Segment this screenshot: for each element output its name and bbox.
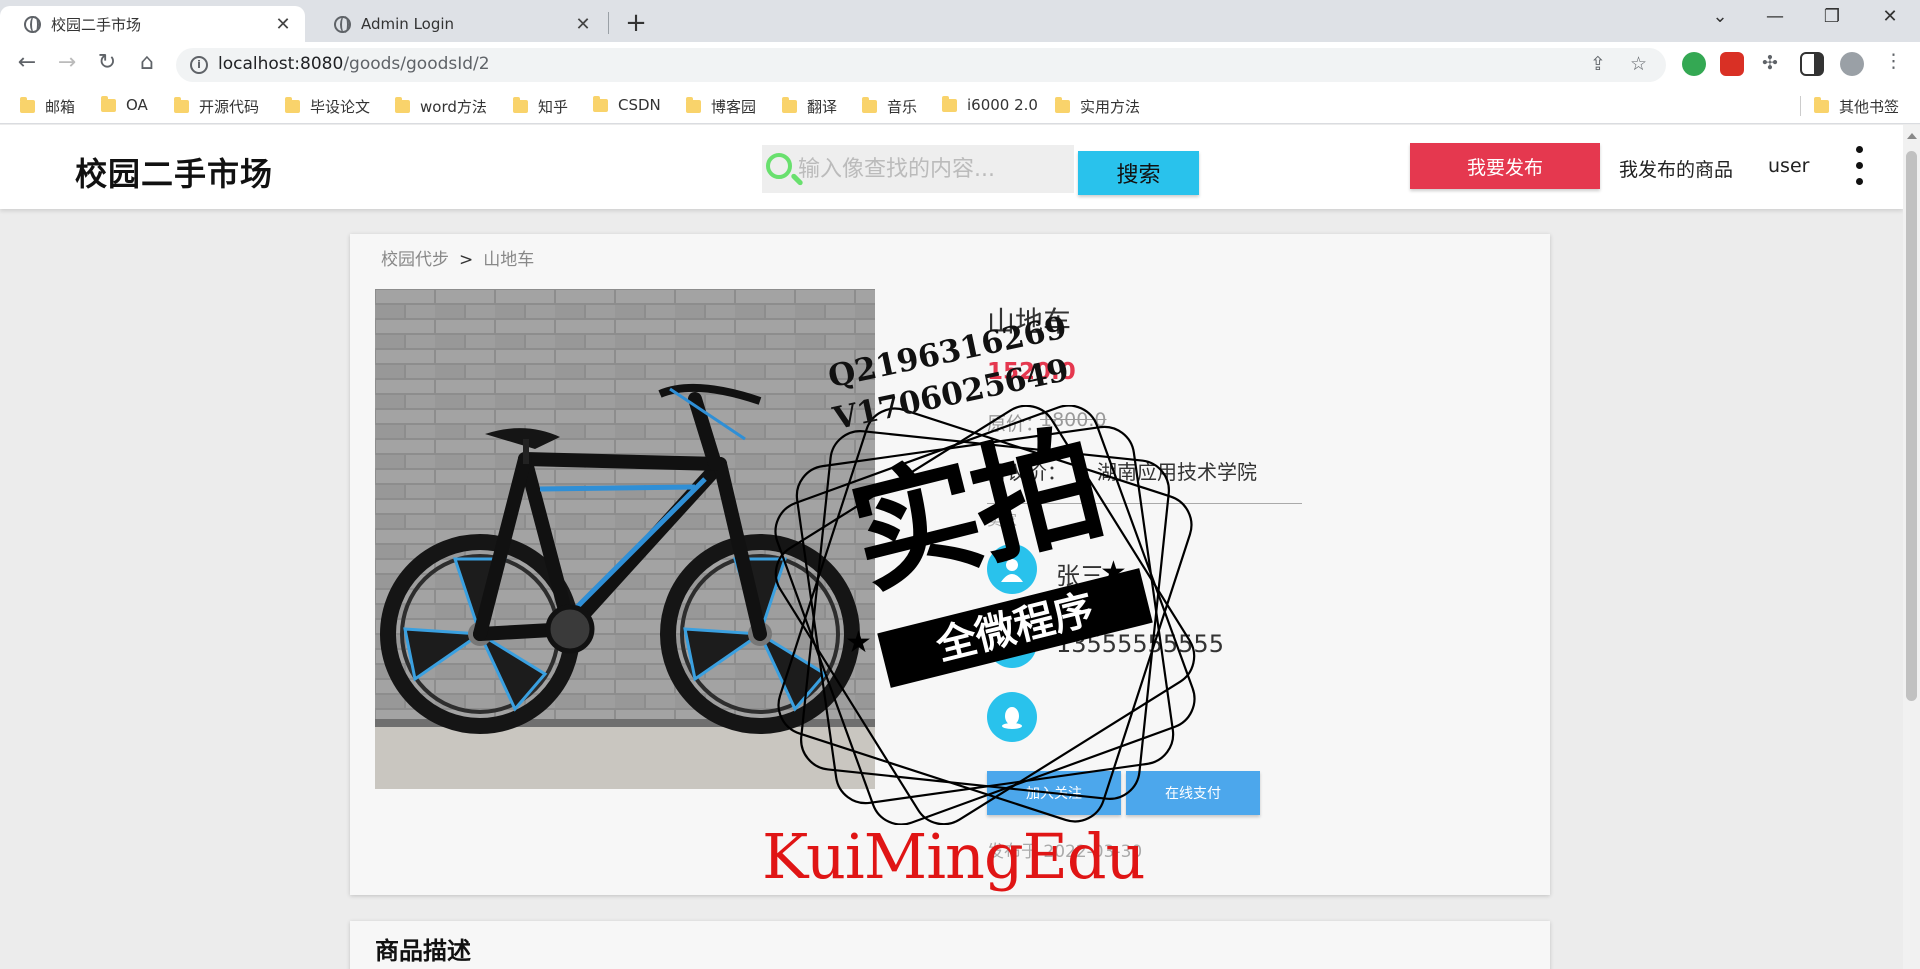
new-tab-button[interactable]: + [622,8,650,38]
side-panel-icon[interactable] [1800,52,1824,76]
bookmark-item[interactable]: 实用方法 [1055,96,1140,117]
description-card: 商品描述 [350,921,1550,969]
bookmark-item[interactable]: 开源代码 [174,96,259,117]
bookmarks-separator [1800,96,1801,116]
bookmarks-bar: 邮箱 OA 开源代码 毕设论文 word方法 知乎 CSDN 博客园 翻译 音乐… [0,88,1920,124]
goods-title: 山地车 [987,305,1072,338]
phone-number: 13555555555 [1056,630,1224,658]
home-icon[interactable]: ⌂ [132,50,162,75]
bookmark-item[interactable]: word方法 [395,96,487,117]
breadcrumb-category[interactable]: 校园代步 [381,250,449,270]
page-scrollbar[interactable] [1903,125,1920,969]
globe-icon [334,15,351,33]
scrollbar-thumb[interactable] [1906,151,1917,701]
bookmark-item[interactable]: OA [101,95,148,114]
close-icon[interactable]: ✕ [273,14,293,35]
description-title: 商品描述 [375,937,471,965]
tab-search-icon[interactable]: ⌄ [1700,6,1740,27]
share-icon[interactable]: ⇪ [1590,53,1606,75]
browser-menu-icon[interactable]: ⋮ [1884,50,1903,72]
search-box [762,145,1074,193]
original-price-label: 原价： [987,413,1045,435]
globe-icon [24,15,41,33]
tab-separator [608,12,609,34]
folder-icon [686,97,701,113]
forward-icon[interactable]: → [52,50,82,75]
bookmark-item[interactable]: i6000 2.0 [942,95,1038,114]
user-link[interactable]: user [1768,155,1809,177]
info-icon[interactable]: i [190,56,208,74]
goods-price: 1520.0 [987,359,1076,385]
shield-extension-icon[interactable] [1682,52,1706,76]
fe-extension-icon[interactable] [1720,52,1744,76]
bookmark-item[interactable]: 翻译 [782,96,837,117]
address-bar[interactable]: i localhost:8080/goods/goodsId/2 ⇪ ☆ [176,48,1666,82]
follow-button[interactable]: 加入关注 [987,771,1121,815]
window-close-icon[interactable]: ✕ [1870,6,1910,27]
bookmark-item[interactable]: CSDN [593,95,661,114]
bookmark-item[interactable]: 毕设论文 [285,96,370,117]
bicycle-image [375,289,875,789]
folder-icon [174,97,189,113]
folder-icon [285,97,300,113]
publish-button[interactable]: 我要发布 [1410,143,1600,189]
page-viewport: 校园二手市场 搜索 我要发布 我发布的商品 user 校园代步 > 山地车 [0,125,1903,969]
star-icon[interactable]: ☆ [1630,53,1647,75]
close-icon[interactable]: ✕ [573,14,593,35]
back-icon[interactable]: ← [12,50,42,75]
folder-icon [513,97,528,113]
goods-detail-card: 校园代步 > 山地车 山地车 1520.0 原价： 1800.0 可议价： 湖南… [350,234,1550,895]
seller-name: 张三 [1056,562,1104,590]
folder-icon [862,97,877,113]
more-menu-icon[interactable] [1855,146,1865,190]
profile-avatar-icon[interactable] [1840,52,1864,76]
goods-photo [375,289,875,789]
folder-icon [101,95,116,112]
site-header: 校园二手市场 搜索 我要发布 我发布的商品 user [0,125,1903,209]
breadcrumb-separator: > [459,250,474,270]
browser-tab-admin-login[interactable]: Admin Login ✕ [310,6,605,42]
pay-online-button[interactable]: 在线支付 [1126,771,1260,815]
bookmark-item[interactable]: 邮箱 [20,96,75,117]
folder-icon [593,95,608,112]
search-button[interactable]: 搜索 [1078,151,1199,195]
bookmark-item[interactable]: 音乐 [862,96,917,117]
seller-label: 卖家 [987,511,1018,529]
other-bookmarks[interactable]: 其他书签 [1814,96,1899,117]
bookmark-item[interactable]: 知乎 [513,96,568,117]
browser-tab-campus-market[interactable]: 校园二手市场 ✕ [0,6,305,42]
folder-icon [395,97,410,113]
breadcrumb-current: 山地车 [483,250,535,270]
reload-icon[interactable]: ↻ [92,50,122,75]
restore-icon[interactable]: ❐ [1812,6,1852,27]
publish-date: 发布于 2022-03-30 [987,842,1143,862]
trade-place: 湖南应用技术学院 [1097,460,1257,484]
scroll-up-icon[interactable] [1907,133,1917,139]
original-price: 1800.0 [1040,409,1107,431]
browser-toolbar: ← → ↻ ⌂ i localhost:8080/goods/goodsId/2… [0,42,1920,88]
puzzle-icon[interactable]: ✣ [1762,52,1778,74]
tab-title: Admin Login [361,15,455,33]
bookmark-item[interactable]: 博客园 [686,96,756,117]
my-goods-link[interactable]: 我发布的商品 [1619,155,1733,182]
address-url[interactable]: localhost:8080/goods/goodsId/2 [218,54,490,74]
divider [987,503,1302,504]
phone-icon [987,618,1037,668]
browser-tabstrip: 校园二手市场 ✕ Admin Login ✕ + ⌄ — ❐ ✕ [0,0,1920,42]
search-icon [766,153,792,179]
folder-icon [1055,97,1070,113]
user-icon [987,544,1037,594]
folder-icon [782,97,797,113]
breadcrumb: 校园代步 > 山地车 [381,245,534,270]
site-logo[interactable]: 校园二手市场 [75,149,273,195]
folder-icon [1814,97,1829,113]
folder-icon [20,97,35,113]
trade-label: 可议价： [987,460,1067,484]
tab-title: 校园二手市场 [51,15,142,34]
minimize-icon[interactable]: — [1755,6,1795,27]
qq-icon [987,692,1037,742]
search-input[interactable] [798,149,1068,189]
folder-icon [942,95,957,112]
